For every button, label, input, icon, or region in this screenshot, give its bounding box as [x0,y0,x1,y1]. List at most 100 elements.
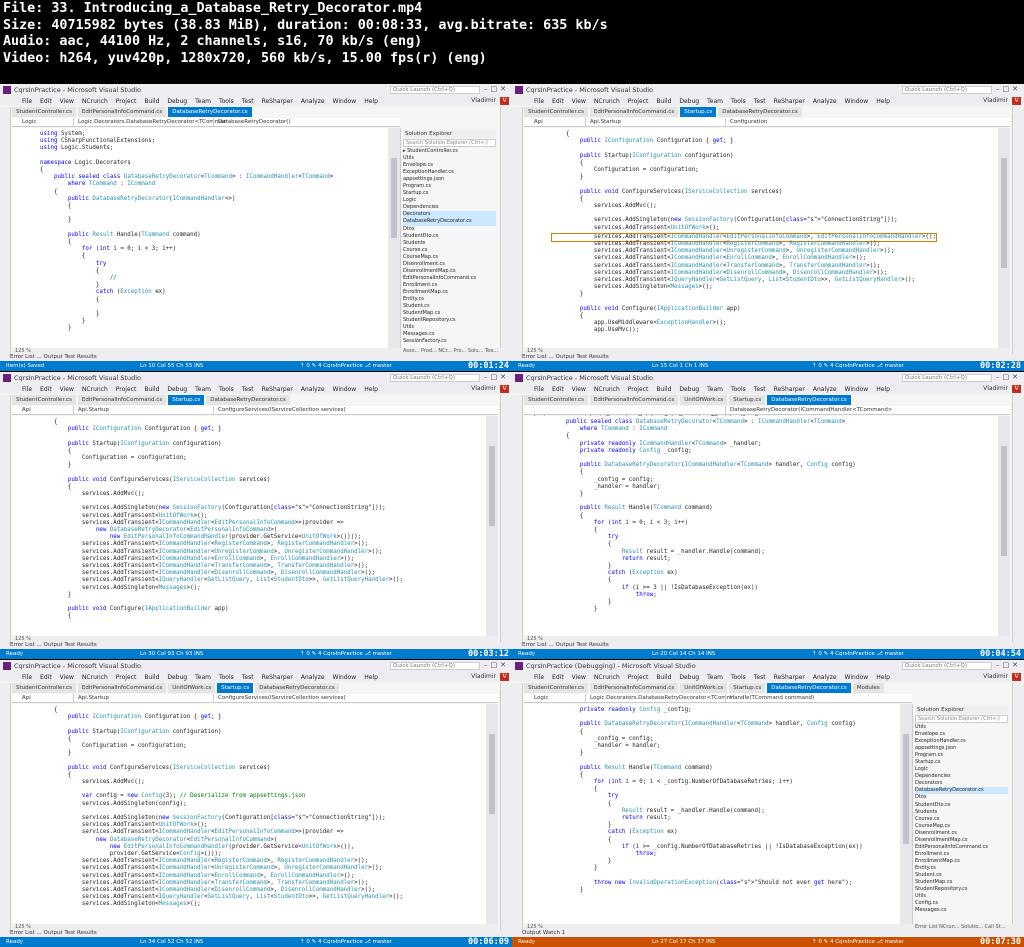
solution-item[interactable]: Logic [403,197,496,204]
tab-editpersonalinfocommandcs[interactable]: EditPersonalInfoCommand.cs [589,107,679,117]
menu-item-resharper[interactable]: ReSharper [774,98,805,105]
scrollbar-thumb[interactable] [489,734,495,814]
bottom-tool-tabs[interactable]: Error List ... Output Test Results [512,642,1024,649]
left-tool-strip[interactable] [512,395,523,647]
quick-launch-input[interactable]: Quick Launch (Ctrl+Q) [902,662,992,670]
menu-item-build[interactable]: Build [144,98,159,105]
menu-item-build[interactable]: Build [144,674,159,681]
code-editor[interactable]: { public IConfiguration Configuration { … [12,704,486,924]
vertical-scrollbar[interactable] [486,704,498,924]
quick-launch-input[interactable]: Quick Launch (Ctrl+Q) [902,374,992,382]
menu-item-window[interactable]: Window [845,674,869,681]
solution-item[interactable]: StudentMap.cs [915,879,1008,886]
nav-dropdown[interactable]: Logic [18,118,73,126]
menu-item-view[interactable]: View [572,386,586,393]
solution-item[interactable]: Messages.cs [403,331,496,338]
solution-item[interactable]: DatabaseRetryDecorator.cs [403,218,496,226]
menu-item-edit[interactable]: Edit [552,674,564,681]
menu-item-ncrunch[interactable]: NCrunch [82,674,108,681]
menu-item-tools[interactable]: Tools [219,386,234,393]
menu-item-build[interactable]: Build [656,674,671,681]
solution-item[interactable]: EditPersonalInfoCommand.cs [403,275,496,282]
nav-dropdown[interactable]: Api.Startup [585,118,725,126]
quick-launch-input[interactable]: Quick Launch (Ctrl+Q) [390,662,480,670]
menu-item-test[interactable]: Test [754,674,766,681]
solution-item[interactable]: Course.cs [403,247,496,254]
tab-editpersonalinfocommandcs[interactable]: EditPersonalInfoCommand.cs [589,683,679,693]
branch-info[interactable]: ↑ 0 ✎ 4 CqrsInPractice ⎇ master [812,937,904,947]
vertical-scrollbar[interactable] [486,416,498,636]
nav-dropdown[interactable]: Api [18,406,73,414]
nav-dropdown[interactable]: Logic.Decorators.DatabaseRetryDecorator<… [73,118,227,126]
quick-launch-input[interactable]: Quick Launch (Ctrl+Q) [390,86,480,94]
menu-item-file[interactable]: File [22,98,32,105]
branch-info[interactable]: ↑ 0 ✎ 4 CqrsInPractice ⎇ master [300,937,392,947]
menu-item-debug[interactable]: Debug [679,98,699,105]
menu-item-debug[interactable]: Debug [679,674,699,681]
solution-item[interactable]: DatabaseRetryDecorator.cs [915,787,1008,795]
menu-item-help[interactable]: Help [364,98,378,105]
tab-unitofworkcs[interactable]: UnitOfWork.cs [168,683,216,693]
solution-item[interactable]: Decorators [915,780,1008,787]
menu-item-edit[interactable]: Edit [40,386,52,393]
tab-studentcontrollercs[interactable]: StudentController.cs [524,107,588,117]
bottom-tool-tabs[interactable]: Error List ... Output Test Results [0,354,512,361]
user-name[interactable]: Vladimir [983,97,1008,104]
menu-item-team[interactable]: Team [195,98,211,105]
solution-item[interactable]: Program.cs [915,752,1008,759]
solution-item[interactable]: Entity.cs [403,296,496,303]
user-name[interactable]: Vladimir [471,97,496,104]
solution-item[interactable]: appsettings.json [915,745,1008,752]
solution-item[interactable]: Entity.cs [915,865,1008,872]
user-avatar[interactable]: V [1012,385,1021,393]
tab-studentcontrollercs[interactable]: StudentController.cs [524,395,588,405]
menu-item-debug[interactable]: Debug [167,386,187,393]
bottom-tool-tabs[interactable]: Error List ... Output Test Results [0,930,512,937]
solution-item[interactable]: EnrollmentMap.cs [403,289,496,296]
menu-item-file[interactable]: File [534,674,544,681]
menu-item-file[interactable]: File [534,98,544,105]
solution-item[interactable]: Startup.cs [403,190,496,197]
menu-item-build[interactable]: Build [144,386,159,393]
user-avatar[interactable]: V [500,673,509,681]
solution-item[interactable]: Dtos [915,794,1008,801]
menu-item-test[interactable]: Test [754,386,766,393]
scrollbar-thumb[interactable] [391,158,397,238]
branch-info[interactable]: ↑ 0 ✎ 4 CqrsInPractice ⎇ master [812,361,904,371]
menu-item-project[interactable]: Project [116,386,137,393]
solution-item[interactable]: StudentRepository.cs [403,317,496,324]
tab-studentcontrollercs[interactable]: StudentController.cs [524,683,588,693]
tab-startupcs[interactable]: Startup.cs [217,683,254,693]
menu-item-help[interactable]: Help [364,386,378,393]
menu-item-tools[interactable]: Tools [219,98,234,105]
tab-unitofworkcs[interactable]: UnitOfWork.cs [680,395,728,405]
tab-databaseretrydecoratorcs[interactable]: DatabaseRetryDecorator.cs [255,683,339,693]
tab-editpersonalinfocommandcs[interactable]: EditPersonalInfoCommand.cs [77,683,167,693]
solution-search-input[interactable]: Search Solution Explorer (Ctrl+;) [403,139,496,147]
window-controls[interactable]: –□✕ [996,661,1021,669]
menu-item-project[interactable]: Project [116,98,137,105]
solution-item[interactable]: ▸ StudentController.cs [403,148,496,155]
vertical-scrollbar[interactable] [388,128,400,348]
solution-item[interactable]: Students [403,240,496,247]
left-tool-strip[interactable] [0,107,11,359]
nav-dropdown[interactable]: Configuration [725,118,865,126]
solution-item[interactable]: Envelope.cs [403,162,496,169]
menu-item-view[interactable]: View [572,674,586,681]
left-tool-strip[interactable] [0,683,11,935]
tab-modules[interactable]: Modules [852,683,884,693]
menu-item-project[interactable]: Project [116,674,137,681]
branch-info[interactable]: ↑ 0 ✎ 4 CqrsInPractice ⎇ master [300,649,392,659]
menu-item-tools[interactable]: Tools [731,386,746,393]
menu-item-view[interactable]: View [60,98,74,105]
solution-item[interactable]: StudentRepository.cs [915,886,1008,893]
solution-item[interactable]: Logic [915,766,1008,773]
user-avatar[interactable]: V [1012,673,1021,681]
user-name[interactable]: Vladimir [471,385,496,392]
menu-item-analyze[interactable]: Analyze [813,674,837,681]
menu-item-analyze[interactable]: Analyze [301,386,325,393]
solution-item[interactable]: Students [915,809,1008,816]
solution-item[interactable]: Decorators [403,211,496,219]
menu-item-edit[interactable]: Edit [552,386,564,393]
menu-item-project[interactable]: Project [628,674,649,681]
